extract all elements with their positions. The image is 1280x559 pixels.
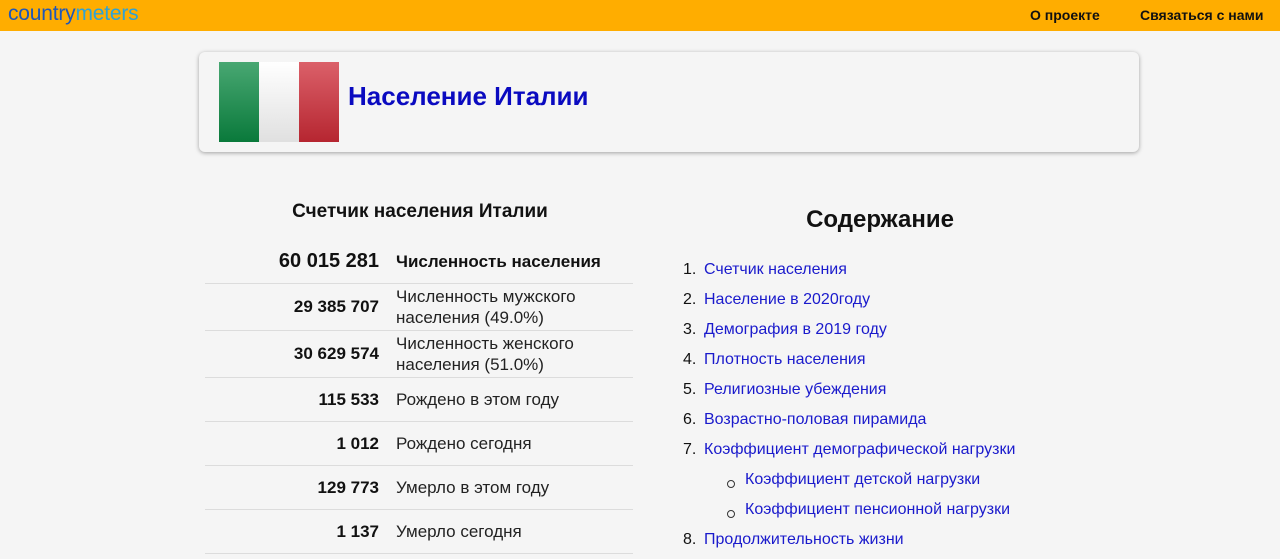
italy-flag-icon — [219, 62, 339, 142]
counter-label: Умерло в этом году — [396, 478, 550, 497]
toc-number: 1. — [683, 261, 697, 278]
toc-item: 6. Возрастно-половая пирамида — [683, 409, 1243, 439]
toc-link-dependency-ratio[interactable]: Коэффициент демографической нагрузки — [704, 439, 1015, 469]
toc-link-religion[interactable]: Религиозные убеждения — [704, 379, 886, 409]
page-title: Население Италии — [348, 81, 589, 111]
toc-link-density[interactable]: Плотность населения — [704, 349, 866, 379]
population-counter-table: 60 015 281 Численность населения 29 385 … — [205, 240, 633, 554]
counter-value: 129 773 — [205, 466, 382, 509]
toc-link-demography-2019[interactable]: Демография в 2019 году — [704, 319, 887, 349]
toc-item: 4. Плотность населения — [683, 349, 1243, 379]
toc-link-age-pyramid[interactable]: Возрастно-половая пирамида — [704, 409, 926, 439]
counter-row-births-today: 1 012 Рождено сегодня — [205, 422, 633, 466]
toc-item: 7. Коэффициент демографической нагрузки — [683, 439, 1243, 469]
counter-label: Умерло сегодня — [396, 522, 522, 541]
table-of-contents: 1. Счетчик населения 2. Население в 2020… — [683, 259, 1243, 559]
counter-title: Счетчик населения Италии — [292, 201, 548, 222]
toc-number: 4. — [683, 351, 697, 368]
toc-item: 2. Население в 2020году — [683, 289, 1243, 319]
toc-number: 6. — [683, 411, 697, 428]
counter-row-male: 29 385 707 Численность мужского населени… — [205, 284, 633, 331]
toc-item: 5. Религиозные убеждения — [683, 379, 1243, 409]
bullet-circle-icon — [727, 469, 745, 499]
counter-value: 115 533 — [205, 378, 382, 421]
title-card: Население Италии — [199, 52, 1139, 152]
counter-row-births-year: 115 533 Рождено в этом году — [205, 378, 633, 422]
counter-label: Рождено сегодня — [396, 434, 532, 453]
toc-link-population-2020[interactable]: Население в 2020году — [704, 289, 870, 319]
toc-subitem: Коэффициент детской нагрузки — [683, 469, 1243, 499]
counter-value: 1 012 — [205, 422, 382, 465]
logo-part-country: country — [8, 2, 76, 25]
toc-link-child-dependency[interactable]: Коэффициент детской нагрузки — [745, 469, 980, 499]
toc-link-pension-dependency[interactable]: Коэффициент пенсионной нагрузки — [745, 499, 1010, 529]
counter-value: 60 015 281 — [205, 240, 382, 283]
counter-row-female: 30 629 574 Численность женского населени… — [205, 331, 633, 378]
nav-contact-link[interactable]: Связаться с нами — [1140, 7, 1263, 23]
toc-title: Содержание — [806, 206, 954, 233]
toc-link-population-counter[interactable]: Счетчик населения — [704, 259, 847, 289]
counter-value: 29 385 707 — [205, 284, 382, 330]
counter-row-deaths-year: 129 773 Умерло в этом году — [205, 466, 633, 510]
counter-row-total: 60 015 281 Численность населения — [205, 240, 633, 284]
top-bar: countrymeters О проекте Связаться с нами — [0, 0, 1280, 31]
counter-label: Численность мужского населения (49.0%) — [396, 287, 576, 327]
toc-number: 3. — [683, 321, 697, 338]
counter-value: 30 629 574 — [205, 331, 382, 377]
counter-value: 1 137 — [205, 510, 382, 553]
counter-label: Рождено в этом году — [396, 390, 560, 409]
toc-item: 3. Демография в 2019 году — [683, 319, 1243, 349]
counter-row-deaths-today: 1 137 Умерло сегодня — [205, 510, 633, 554]
toc-number: 7. — [683, 441, 697, 458]
site-logo[interactable]: countrymeters — [8, 2, 139, 26]
toc-number: 2. — [683, 291, 697, 308]
toc-number: 5. — [683, 381, 697, 398]
counter-label: Численность женского населения (51.0%) — [396, 334, 574, 374]
toc-item: 1. Счетчик населения — [683, 259, 1243, 289]
nav-about-link[interactable]: О проекте — [1030, 7, 1100, 23]
toc-subitem: Коэффициент пенсионной нагрузки — [683, 499, 1243, 529]
bullet-circle-icon — [727, 499, 745, 529]
counter-label: Численность населения — [396, 252, 601, 271]
logo-part-meters: meters — [75, 2, 139, 25]
